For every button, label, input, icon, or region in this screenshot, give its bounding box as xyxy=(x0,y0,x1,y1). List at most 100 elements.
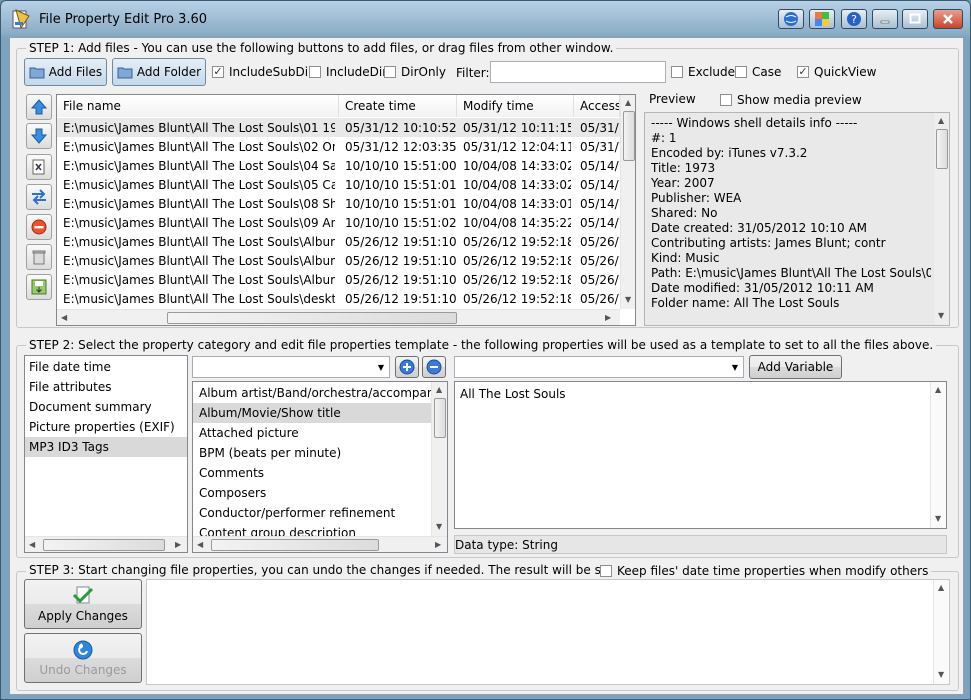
preview-panel[interactable]: ----- Windows shell details info ----- #:… xyxy=(644,112,950,326)
table-row[interactable]: E:\music\James Blunt\All The Lost Souls\… xyxy=(57,137,620,156)
column-header-filename[interactable]: File name xyxy=(57,95,339,117)
property-item[interactable]: Attached picture xyxy=(193,423,431,443)
undo-changes-button[interactable]: Undo Changes xyxy=(24,633,142,683)
remove-item-button[interactable] xyxy=(26,154,52,180)
scroll-thumb[interactable] xyxy=(211,539,379,551)
property-hscroll[interactable]: ◀ ▶ xyxy=(193,536,447,552)
property-item[interactable]: Album artist/Band/orchestra/accompanime xyxy=(193,383,431,403)
case-checkbox[interactable]: Case xyxy=(735,65,781,79)
remove-property-button[interactable] xyxy=(422,356,446,378)
preview-line: Title: 1973 xyxy=(651,161,716,175)
category-item[interactable]: MP3 ID3 Tags xyxy=(25,437,187,457)
scroll-thumb[interactable] xyxy=(434,398,446,438)
variable-combo[interactable]: ▼ xyxy=(454,356,744,378)
table-row[interactable]: E:\music\James Blunt\All The Lost Souls\… xyxy=(57,232,620,251)
property-item[interactable]: Composers xyxy=(193,483,431,503)
property-item[interactable]: Conductor/performer refinement xyxy=(193,503,431,523)
scroll-up-icon: ▲ xyxy=(436,385,443,394)
column-header-create-time[interactable]: Create time xyxy=(339,95,457,117)
scroll-thumb[interactable] xyxy=(623,111,635,161)
table-cell: 10/04/08 14:33:02 xyxy=(463,159,571,173)
table-row[interactable]: E:\music\James Blunt\All The Lost Souls\… xyxy=(57,270,620,289)
show-media-preview-checkbox[interactable]: Show media preview xyxy=(720,93,862,107)
add-files-button[interactable]: Add Files xyxy=(24,58,107,86)
maximize-button[interactable] xyxy=(902,9,928,29)
table-row[interactable]: E:\music\James Blunt\All The Lost Souls\… xyxy=(57,156,620,175)
category-item[interactable]: File date time xyxy=(25,357,187,377)
maximize-icon xyxy=(909,13,921,24)
value-vscroll[interactable]: ▲ ▼ xyxy=(930,382,946,528)
scroll-thumb[interactable] xyxy=(43,539,165,551)
quickview-checkbox[interactable]: ✓ QuickView xyxy=(797,65,876,79)
property-vscroll[interactable]: ▲ ▼ xyxy=(431,382,447,536)
table-cell: 05/26/1 xyxy=(580,292,620,306)
category-item[interactable]: Document summary xyxy=(25,397,187,417)
add-variable-button[interactable]: Add Variable xyxy=(749,355,842,379)
preview-line: Publisher: WEA xyxy=(651,191,742,205)
minimize-button[interactable] xyxy=(872,9,898,29)
close-button[interactable] xyxy=(933,9,963,29)
preview-line: Encoded by: iTunes v7.3.2 xyxy=(651,146,808,160)
clear-button[interactable] xyxy=(26,244,52,270)
keep-dates-checkbox[interactable]: Keep files' date time properties when mo… xyxy=(600,564,932,578)
scroll-thumb[interactable] xyxy=(936,129,948,169)
result-vscroll[interactable]: ▲ ▼ xyxy=(933,580,949,684)
title-bar[interactable]: File Property Edit Pro 3.60 ? xyxy=(1,1,970,37)
file-list-vscroll[interactable]: ▲ ▼ xyxy=(620,95,635,309)
category-list[interactable]: File date time File attributes Document su… xyxy=(24,355,188,553)
file-list-hscroll[interactable]: ◀ ▶ xyxy=(57,309,620,325)
checkbox-empty-icon xyxy=(720,94,732,106)
preview-line: Year: 2007 xyxy=(651,176,715,190)
scroll-thumb[interactable] xyxy=(167,312,457,324)
category-hscroll[interactable]: ◀ ▶ xyxy=(25,536,187,552)
keep-dates-label: Keep files' date time properties when mo… xyxy=(617,564,929,578)
include-subdir-checkbox[interactable]: ✓ IncludeSubDir xyxy=(212,65,313,79)
theme-button[interactable] xyxy=(809,9,835,29)
dir-only-checkbox[interactable]: DirOnly xyxy=(384,65,446,79)
table-row[interactable]: E:\music\James Blunt\All The Lost Souls\… xyxy=(57,118,620,137)
add-folder-button[interactable]: Add Folder xyxy=(112,58,206,86)
move-up-button[interactable] xyxy=(26,94,52,120)
help-button[interactable]: ? xyxy=(841,9,867,29)
value-editor[interactable]: All The Lost Souls ▲ ▼ xyxy=(454,381,947,529)
category-item[interactable]: File attributes xyxy=(25,377,187,397)
table-cell: 05/26/12 19:51:10 xyxy=(345,254,457,268)
show-media-preview-label: Show media preview xyxy=(737,93,862,107)
table-cell: E:\music\James Blunt\All The Lost Souls\… xyxy=(63,254,335,268)
column-header-modify-time[interactable]: Modify time xyxy=(457,95,574,117)
value-text[interactable]: All The Lost Souls xyxy=(460,387,566,401)
remove-all-button[interactable] xyxy=(26,214,52,240)
window-title: File Property Edit Pro 3.60 xyxy=(39,12,208,27)
table-row[interactable]: E:\music\James Blunt\All The Lost Souls\… xyxy=(57,289,620,308)
table-row[interactable]: E:\music\James Blunt\All The Lost Souls\… xyxy=(57,251,620,270)
undo-changes-label: Undo Changes xyxy=(39,663,127,677)
table-row[interactable]: E:\music\James Blunt\All The Lost Souls\… xyxy=(57,175,620,194)
undo-icon xyxy=(73,640,93,660)
add-property-button[interactable] xyxy=(395,356,419,378)
table-row[interactable]: E:\music\James Blunt\All The Lost Souls\… xyxy=(57,213,620,232)
help-icon: ? xyxy=(847,12,861,26)
preview-vscroll[interactable]: ▲ ▼ xyxy=(933,113,949,325)
filter-input[interactable] xyxy=(490,61,666,83)
table-cell: 10/10/10 15:51:01 xyxy=(345,178,457,192)
globe-icon xyxy=(784,12,798,26)
property-item[interactable]: Album/Movie/Show title xyxy=(193,403,431,423)
include-dir-checkbox[interactable]: IncludeDir xyxy=(309,65,387,79)
apply-changes-button[interactable]: Apply Changes xyxy=(24,579,142,629)
property-list[interactable]: Album artist/Band/orchestra/accompanimeA… xyxy=(192,381,448,553)
property-filter-combo[interactable]: ▼ xyxy=(192,356,390,378)
property-item[interactable]: Comments xyxy=(193,463,431,483)
category-item[interactable]: Picture properties (EXIF) xyxy=(25,417,187,437)
table-cell: 10/10/10 15:51:02 xyxy=(345,216,457,230)
table-row[interactable]: E:\music\James Blunt\All The Lost Souls\… xyxy=(57,194,620,213)
column-header-access[interactable]: Access xyxy=(574,95,620,117)
quickview-label: QuickView xyxy=(814,65,877,79)
save-list-button[interactable] xyxy=(26,274,52,300)
property-item[interactable]: BPM (beats per minute) xyxy=(193,443,431,463)
result-log[interactable]: ▲ ▼ xyxy=(146,579,950,685)
file-list[interactable]: File name Create time Modify time Access… xyxy=(56,94,636,326)
globe-button[interactable] xyxy=(778,9,804,29)
exclude-checkbox[interactable]: Exclude xyxy=(671,65,735,79)
move-down-button[interactable] xyxy=(26,123,52,149)
swap-button[interactable] xyxy=(26,184,52,210)
